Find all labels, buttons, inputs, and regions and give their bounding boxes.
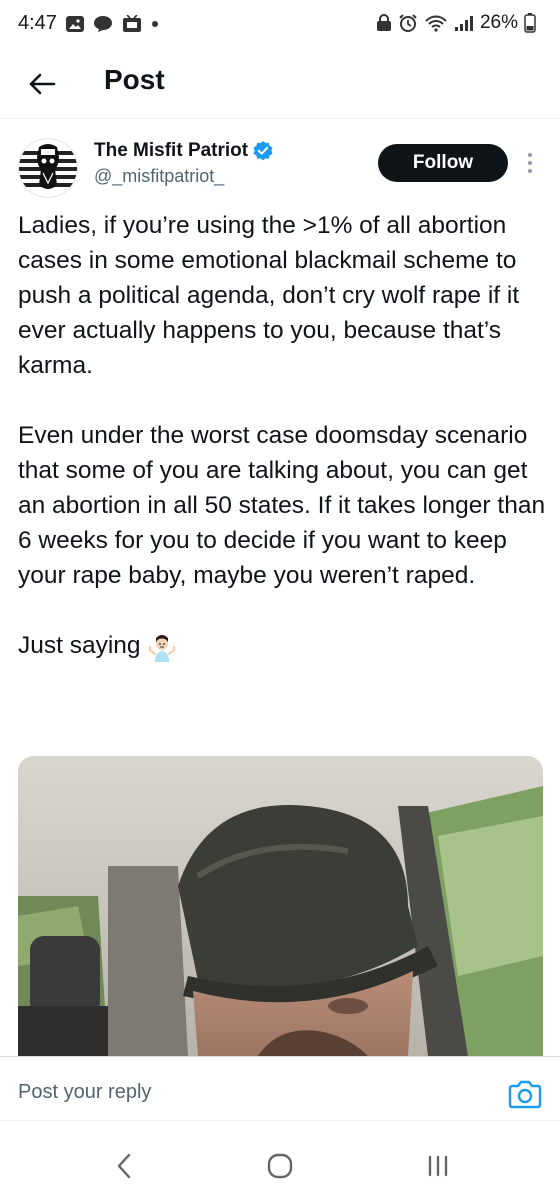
- arrow-left-icon: [29, 73, 56, 95]
- status-bar: 4:47 26%: [0, 0, 560, 50]
- notification-dot-icon: [151, 20, 159, 28]
- status-right: 26%: [376, 12, 536, 34]
- wifi-icon: [424, 14, 448, 32]
- nav-home-button[interactable]: [260, 1151, 300, 1181]
- video-thumbnail: [18, 756, 543, 1056]
- post-author-row: The Misfit Patriot @_misfitpatriot_ Foll…: [0, 130, 560, 200]
- chat-bubble-icon: [93, 15, 113, 33]
- post-screen: 4:47 26% Post The Misfit Patriot @_misfi…: [0, 0, 560, 1200]
- status-time: 4:47: [18, 12, 57, 34]
- more-dot: [528, 161, 532, 165]
- author-handle[interactable]: @_misfitpatriot_: [94, 166, 224, 187]
- gallery-icon: [65, 15, 85, 33]
- person-shrugging-icon: [148, 634, 175, 662]
- nav-back-button[interactable]: [104, 1151, 144, 1181]
- nav-recents-button[interactable]: [418, 1151, 458, 1181]
- verified-badge-icon: [253, 141, 273, 161]
- system-navigation-bar: [0, 1120, 560, 1200]
- reply-input[interactable]: Post your reply: [18, 1081, 151, 1104]
- post-paragraph: Even under the worst case doomsday scena…: [18, 422, 546, 589]
- back-button[interactable]: [24, 66, 60, 102]
- post-text: Ladies, if you’re using the >1% of all a…: [18, 208, 548, 663]
- post-paragraph-text: Just saying: [18, 632, 141, 659]
- post-paragraph-last: Just saying: [18, 628, 548, 663]
- reply-bar: Post your reply: [0, 1056, 560, 1121]
- home-circle-icon: [267, 1153, 293, 1179]
- media-store-icon: [121, 14, 143, 33]
- battery-percentage: 26%: [479, 12, 518, 33]
- camera-icon: [508, 1080, 542, 1109]
- author-display-name[interactable]: The Misfit Patriot: [94, 140, 274, 162]
- more-options-button[interactable]: [522, 148, 538, 178]
- chevron-left-icon: [117, 1153, 131, 1179]
- more-dot: [528, 169, 532, 173]
- top-app-bar: Post: [0, 50, 560, 119]
- author-name-text: The Misfit Patriot: [94, 140, 249, 161]
- post-media-video[interactable]: [18, 756, 543, 1056]
- post-paragraph: Ladies, if you’re using the >1% of all a…: [18, 212, 520, 379]
- follow-button[interactable]: Follow: [378, 144, 508, 182]
- camera-button[interactable]: [508, 1079, 542, 1109]
- recents-icon: [428, 1155, 448, 1177]
- more-dot: [528, 153, 532, 157]
- page-title: Post: [104, 64, 165, 95]
- battery-icon: [524, 13, 536, 33]
- lock-icon: [376, 14, 392, 32]
- signal-icon: [454, 14, 474, 32]
- avatar[interactable]: [18, 138, 78, 198]
- alarm-icon: [398, 14, 418, 32]
- status-left: 4:47: [18, 12, 159, 35]
